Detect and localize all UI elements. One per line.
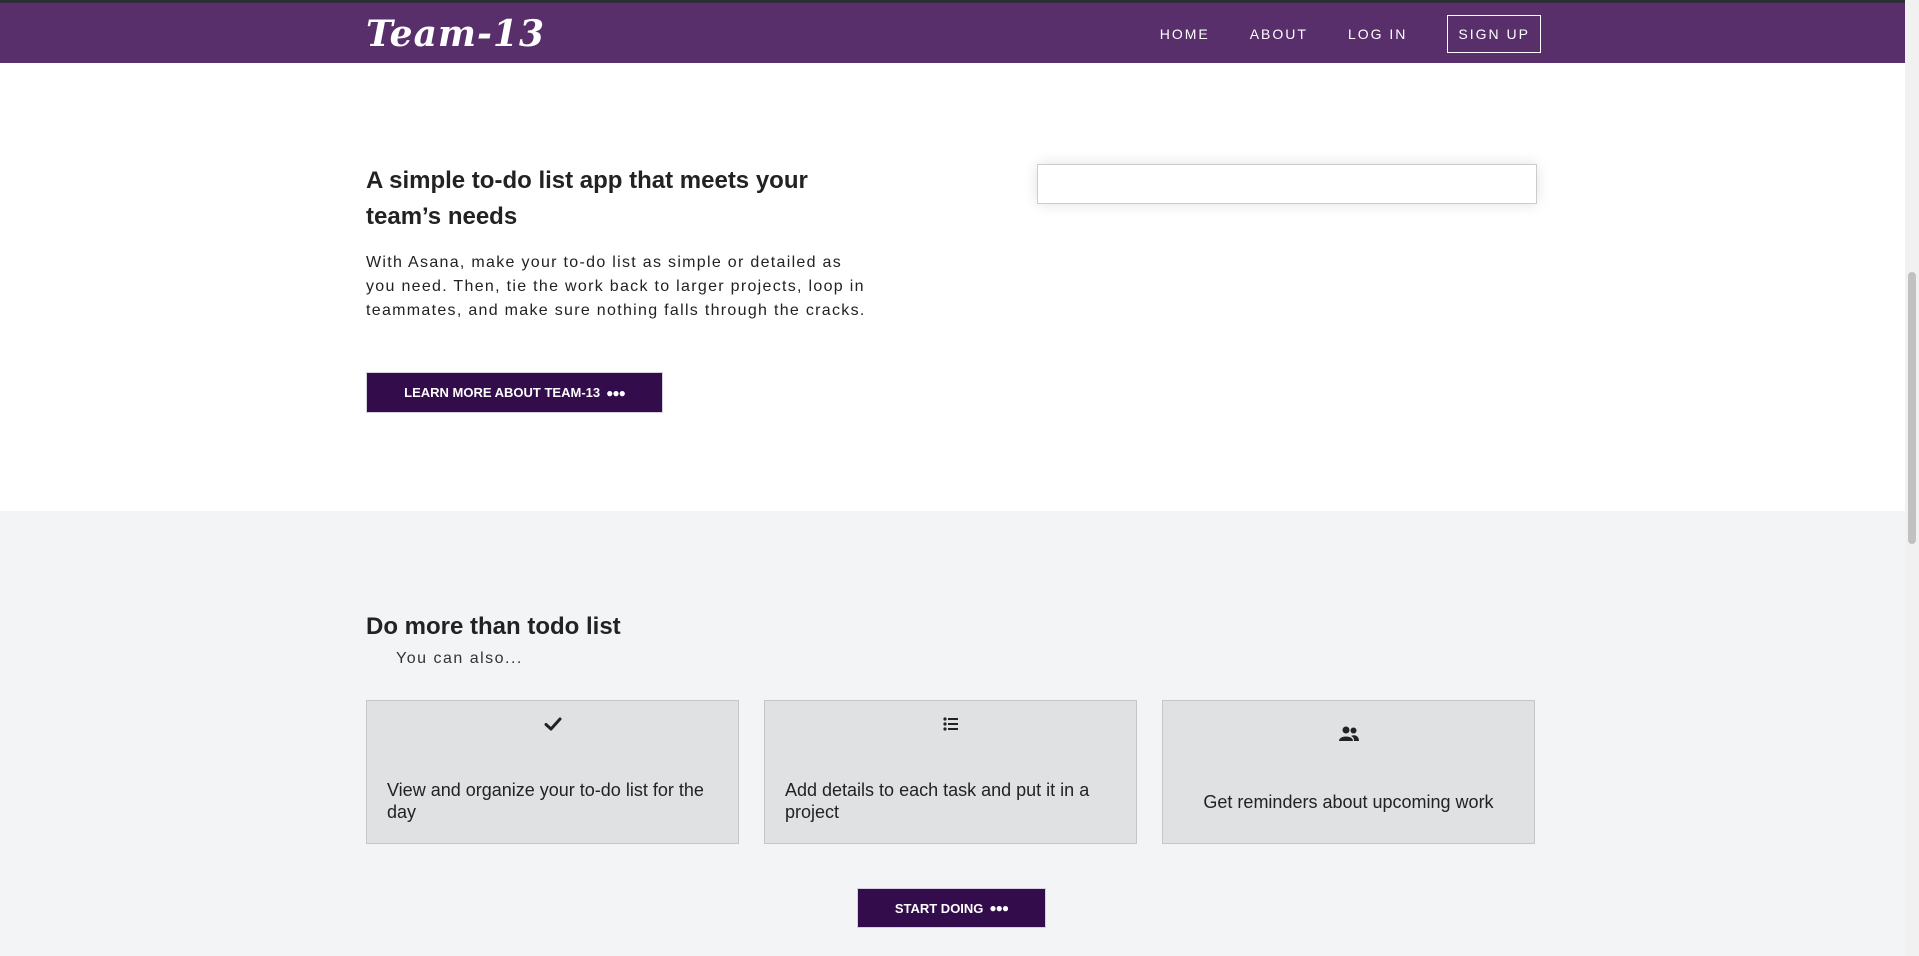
- page-scrollbar[interactable]: [1905, 0, 1919, 956]
- brand-logo[interactable]: Team-13: [366, 13, 545, 55]
- users-icon: [1163, 725, 1534, 748]
- features-subtitle: You can also...: [396, 650, 523, 667]
- features-section: Do more than todo list You can also... V…: [0, 511, 1905, 956]
- feature-card-text: Get reminders about upcoming work: [1203, 792, 1494, 812]
- task-input[interactable]: [1037, 164, 1537, 204]
- feature-card: View and organize your to-do list for th…: [366, 700, 739, 844]
- feature-card-text: View and organize your to-do list for th…: [387, 780, 704, 822]
- hero-title: A simple to-do list app that meets your …: [366, 167, 808, 230]
- start-doing-button[interactable]: START DOING ●●●: [857, 888, 1046, 928]
- nav-about-link[interactable]: ABOUT: [1230, 15, 1328, 53]
- nav-signup-button[interactable]: SIGN UP: [1447, 15, 1541, 53]
- nav-login-link[interactable]: LOG IN: [1328, 15, 1427, 53]
- check-icon: [367, 715, 738, 738]
- navbar: Team-13 HOME ABOUT LOG IN SIGN UP: [0, 3, 1905, 63]
- nav-home-link[interactable]: HOME: [1140, 15, 1230, 53]
- start-doing-label: START DOING: [894, 900, 984, 916]
- ellipsis-icon: ●●●: [989, 901, 1009, 915]
- feature-card: Add details to each task and put it in a…: [764, 700, 1137, 844]
- nav-links: HOME ABOUT LOG IN SIGN UP: [1140, 15, 1541, 53]
- features-title: Do more than todo list: [366, 613, 621, 640]
- scrollbar-thumb[interactable]: [1908, 272, 1916, 544]
- ellipsis-icon: ●●●: [606, 385, 626, 400]
- list-icon: [765, 715, 1136, 738]
- hero-section: A simple to-do list app that meets your …: [0, 63, 1905, 511]
- learn-more-button[interactable]: LEARN MORE ABOUT TEAM-13 ●●●: [366, 372, 663, 413]
- feature-card: Get reminders about upcoming work: [1162, 700, 1535, 844]
- hero-description: With Asana, make your to-do list as simp…: [366, 254, 866, 319]
- learn-more-label: LEARN MORE ABOUT TEAM-13: [404, 385, 601, 400]
- feature-card-text: Add details to each task and put it in a…: [785, 780, 1090, 822]
